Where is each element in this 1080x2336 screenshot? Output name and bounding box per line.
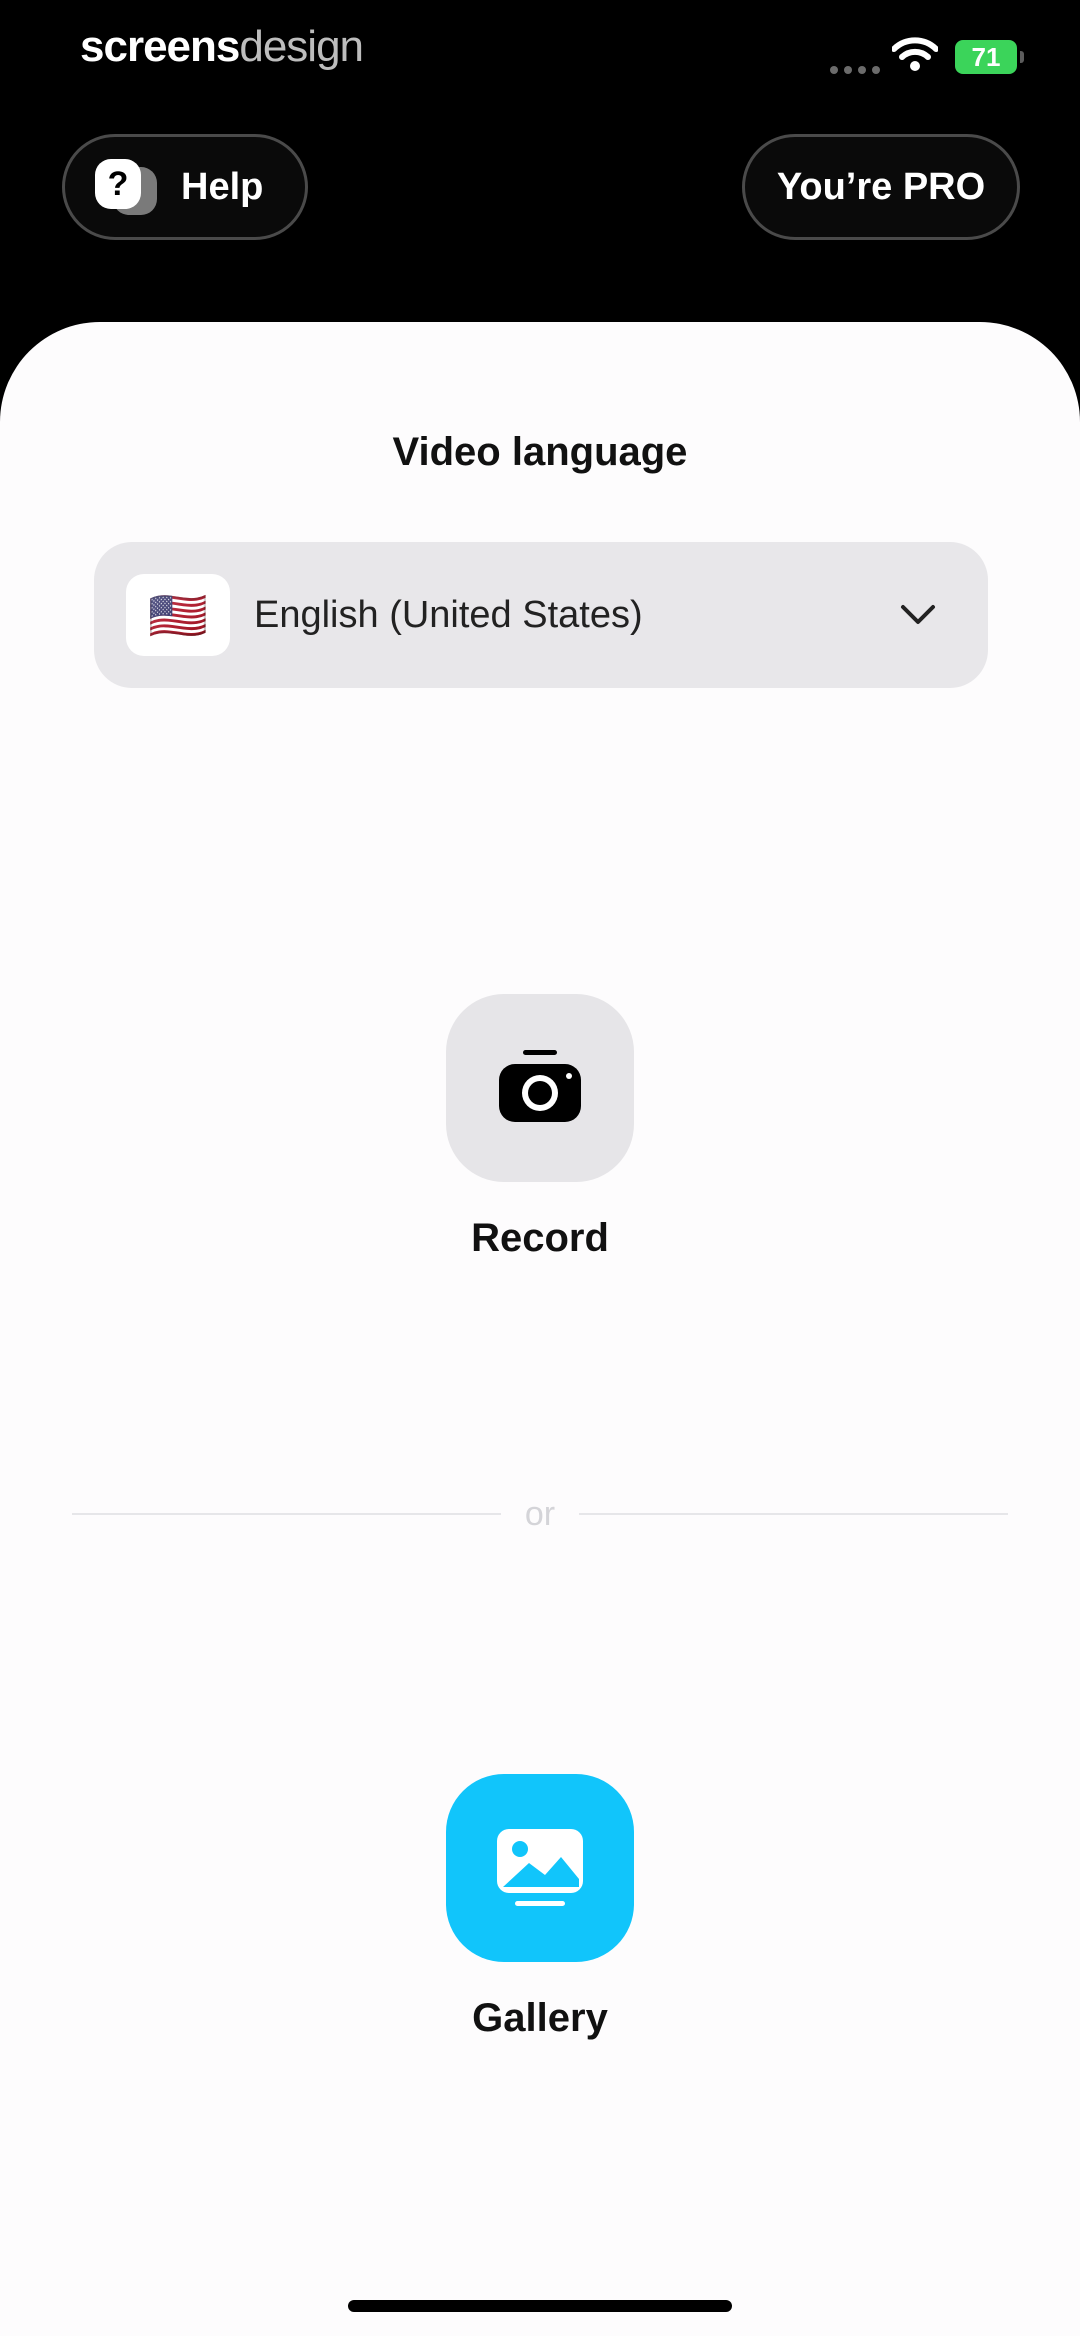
battery-level: 71 — [971, 41, 1001, 72]
chevron-down-icon — [901, 605, 935, 624]
help-label: Help — [181, 165, 264, 208]
image-icon — [497, 1829, 583, 1906]
video-language-title: Video language — [392, 430, 688, 474]
or-label: or — [524, 1494, 556, 1533]
selected-language: English (United States) — [254, 593, 643, 636]
or-separator: or — [72, 1494, 1009, 1534]
main-sheet: Video language 🇺🇸 English (United States… — [0, 322, 1080, 2336]
status-bar: screensdesign 71 — [0, 0, 1080, 110]
flag-glyph: 🇺🇸 — [148, 589, 208, 643]
wifi-icon — [892, 37, 938, 71]
pro-label: You’re PRO — [776, 165, 986, 208]
home-indicator[interactable] — [348, 2300, 732, 2312]
separator-line-right — [579, 1513, 1009, 1515]
pro-status-button[interactable]: You’re PRO — [742, 134, 1020, 240]
record-label: Record — [471, 1216, 609, 1260]
gallery-button[interactable] — [446, 1774, 634, 1962]
battery-icon: 71 — [955, 40, 1024, 74]
record-button[interactable] — [446, 994, 634, 1182]
language-select[interactable]: 🇺🇸 English (United States) — [94, 542, 988, 688]
watermark-logo: screensdesign — [80, 22, 364, 71]
help-icon: ? — [95, 159, 159, 215]
gallery-action[interactable]: Gallery — [0, 1774, 1080, 2041]
camera-icon — [499, 1050, 581, 1122]
us-flag-icon: 🇺🇸 — [126, 574, 230, 656]
help-button[interactable]: ? Help — [62, 134, 308, 240]
record-action[interactable]: Record — [0, 994, 1080, 1261]
cellular-signal-icon — [830, 66, 880, 74]
separator-line-left — [72, 1513, 501, 1515]
gallery-label: Gallery — [472, 1996, 608, 2040]
